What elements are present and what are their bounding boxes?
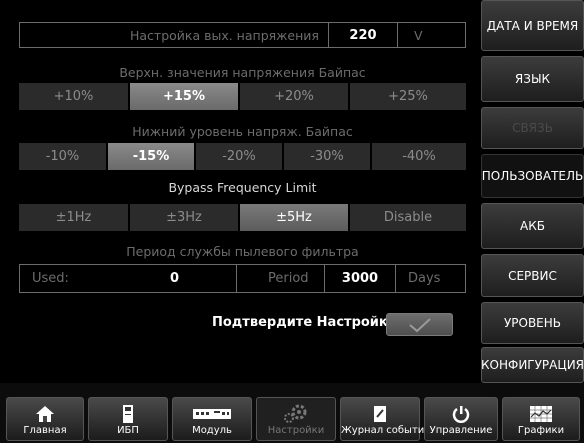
bypass-upper-option-25[interactable]: +25% xyxy=(350,83,466,110)
bypass-lower-option-20[interactable]: -20% xyxy=(196,143,282,170)
power-icon xyxy=(452,406,470,423)
tab-home[interactable]: Главная xyxy=(6,397,84,441)
tab-event-log-label: Журнал событий xyxy=(341,425,431,436)
bypass-lower-option-15[interactable]: -15% xyxy=(108,143,194,170)
bypass-upper-title: Верхн. значения напряжения Байпас xyxy=(119,65,366,80)
dust-filter-title: Период службы пылевого фильтра xyxy=(126,244,359,259)
module-icon xyxy=(193,409,231,419)
bypass-upper-option-20[interactable]: +20% xyxy=(240,83,348,110)
checkmark-icon xyxy=(408,317,431,332)
tab-module[interactable]: Модуль xyxy=(172,397,252,441)
tab-home-label: Главная xyxy=(23,425,67,436)
confirm-label: Подтвердите Настройки xyxy=(212,315,397,330)
sidebar-item-user[interactable]: ПОЛЬЗОВАТЕЛЬ xyxy=(481,154,584,198)
sidebar-item-battery[interactable]: АКБ xyxy=(481,203,584,249)
dust-filter-row: Used: 0 Period 3000 Days xyxy=(19,264,466,293)
sidebar-item-configuration[interactable]: КОНФИГУРАЦИЯ xyxy=(481,347,584,383)
home-icon xyxy=(36,406,54,422)
bypass-upper-option-10[interactable]: +10% xyxy=(19,83,128,110)
bypass-lower-option-10[interactable]: -10% xyxy=(19,143,106,170)
tab-control[interactable]: Управление xyxy=(424,397,498,441)
sidebar-item-level[interactable]: УРОВЕНЬ xyxy=(481,302,584,344)
tab-event-log[interactable]: Журнал событий xyxy=(340,397,431,441)
dust-filter-period-label: Period xyxy=(268,271,309,286)
tab-charts[interactable]: Графики xyxy=(502,397,580,441)
tab-ups-label: ИБП xyxy=(117,425,139,436)
confirm-button[interactable] xyxy=(386,313,453,336)
bypass-lower-option-30[interactable]: -30% xyxy=(284,143,370,170)
output-voltage-value: 220 xyxy=(349,27,377,43)
bypass-frequency-option-disable[interactable]: Disable xyxy=(350,204,466,231)
tab-control-label: Управление xyxy=(429,425,493,436)
bypass-frequency-option-1hz[interactable]: ±1Hz xyxy=(19,204,128,231)
sidebar-item-language[interactable]: ЯЗЫК xyxy=(481,56,584,102)
bypass-frequency-title: Bypass Frequency Limit xyxy=(168,180,317,195)
tab-settings-label: Настройки xyxy=(267,425,325,436)
tab-settings[interactable]: Настройки xyxy=(256,397,336,441)
gears-icon xyxy=(284,404,307,423)
sidebar-item-communication[interactable]: СВЯЗЬ xyxy=(481,107,584,149)
bypass-lower-option-40[interactable]: -40% xyxy=(372,143,466,170)
output-voltage-unit: V xyxy=(414,28,423,43)
dust-filter-unit: Days xyxy=(408,271,441,286)
tab-charts-label: Графики xyxy=(517,425,565,436)
bypass-frequency-option-5hz[interactable]: ±5Hz xyxy=(240,204,348,231)
ups-icon xyxy=(123,405,133,423)
sidebar-item-date-time[interactable]: ДАТА И ВРЕМЯ xyxy=(481,0,584,51)
tab-module-label: Модуль xyxy=(192,425,232,436)
event-log-icon xyxy=(374,406,386,422)
tab-ups[interactable]: ИБП xyxy=(88,397,168,441)
bypass-frequency-option-3hz[interactable]: ±3Hz xyxy=(130,204,238,231)
dust-filter-used-label: Used: xyxy=(32,271,69,286)
output-voltage-input[interactable]: 220 xyxy=(328,22,398,48)
output-voltage-label: Настройка вых. напряжения xyxy=(130,28,319,43)
bypass-upper-option-15[interactable]: +15% xyxy=(130,83,238,110)
dust-filter-period-value: 3000 xyxy=(341,271,379,286)
output-voltage-row: Настройка вых. напряжения 220 V xyxy=(19,22,466,48)
chart-icon xyxy=(530,406,552,422)
dust-filter-period-input[interactable]: 3000 xyxy=(324,264,396,293)
sidebar-item-service[interactable]: СЕРВИС xyxy=(481,254,584,297)
dust-filter-used-value: 0 xyxy=(170,271,180,286)
bypass-lower-title: Нижний уровень напряж. Байпас xyxy=(132,124,353,139)
settings-panel: Настройка вых. напряжения 220 V Верхн. з… xyxy=(0,0,481,383)
